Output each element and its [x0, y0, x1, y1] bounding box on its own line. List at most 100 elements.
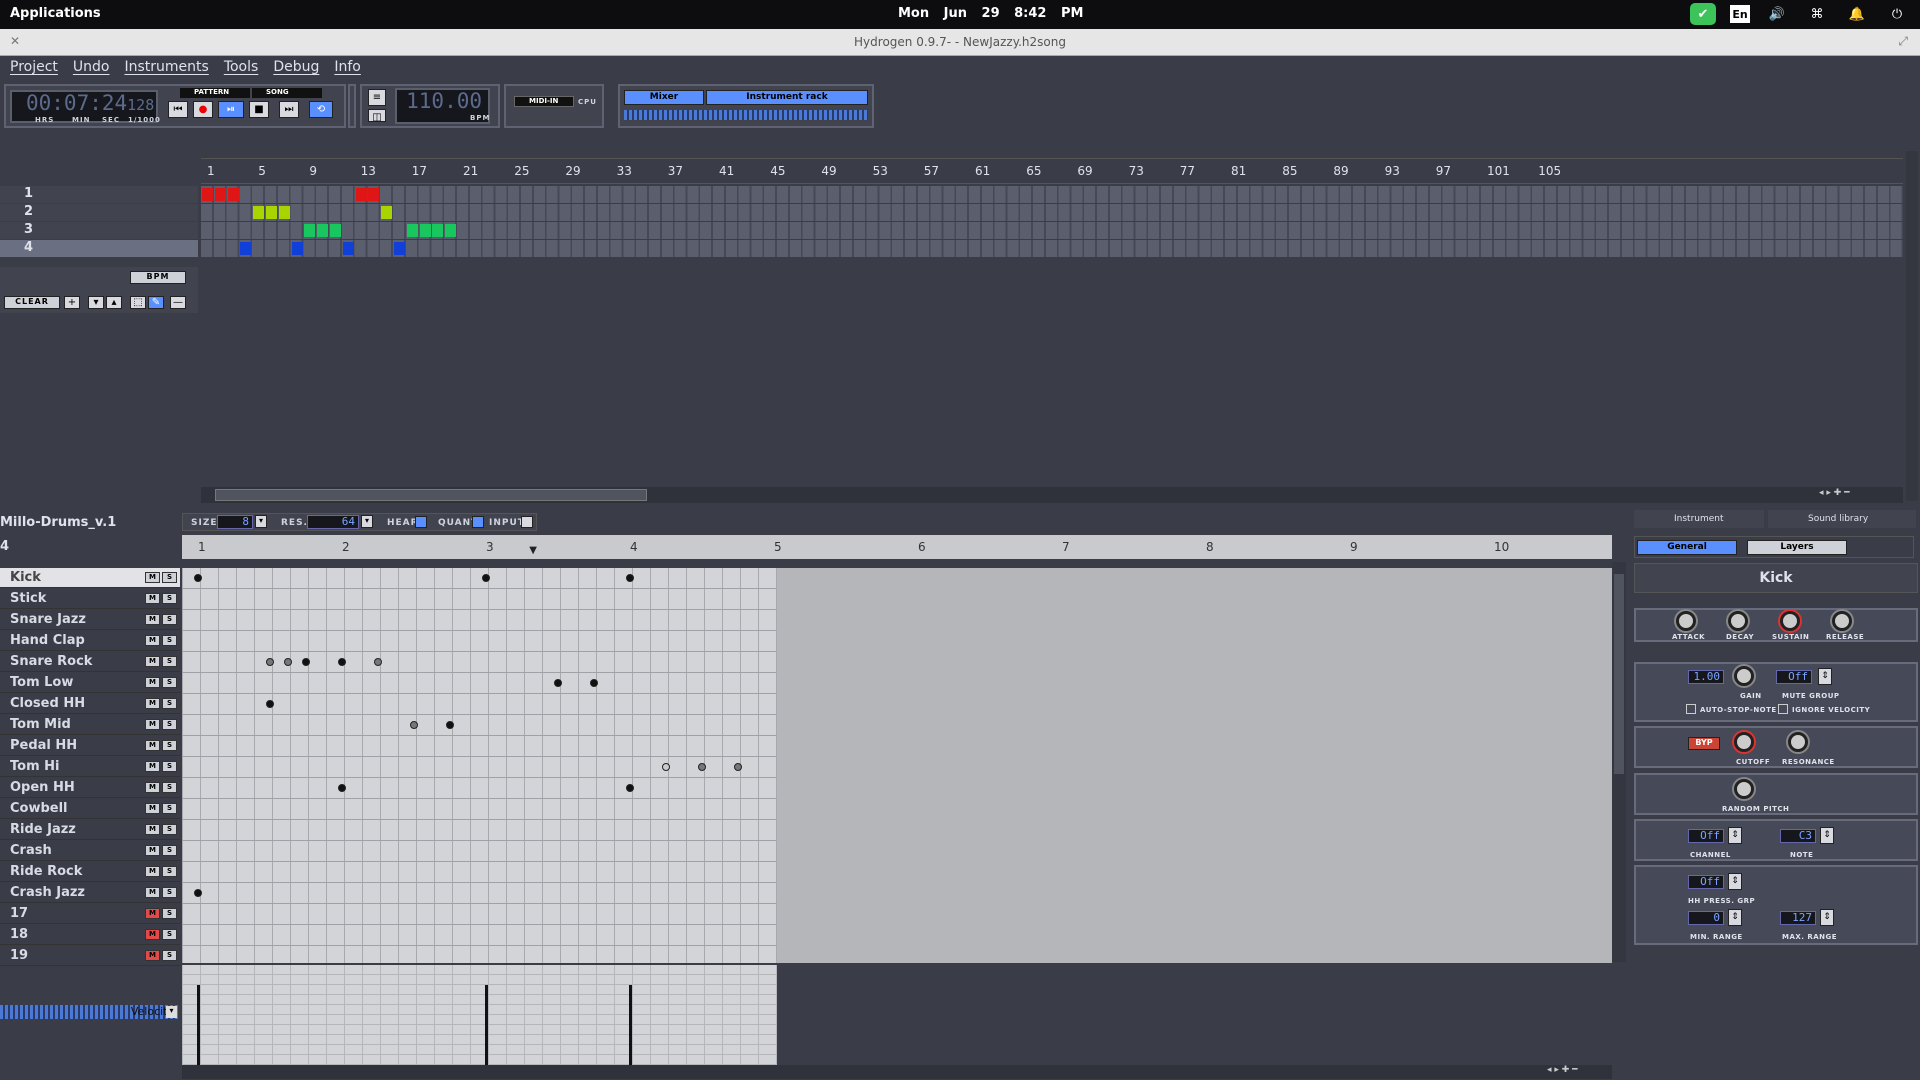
loop-button[interactable]: ⟲: [309, 101, 333, 118]
song-pattern-cell[interactable]: [381, 206, 393, 219]
instrument-row[interactable]: Kick M S: [0, 568, 180, 588]
keyboard-layout-icon[interactable]: En: [1730, 5, 1750, 23]
solo-button[interactable]: S: [162, 950, 177, 961]
random-pitch-knob[interactable]: [1734, 779, 1754, 799]
note-dot[interactable]: [626, 574, 634, 582]
song-pattern-cell[interactable]: [419, 224, 431, 237]
velocity-editor[interactable]: [182, 965, 777, 1065]
note-dot[interactable]: [410, 721, 418, 729]
solo-button[interactable]: S: [162, 677, 177, 688]
song-pattern-cell[interactable]: [394, 242, 405, 255]
song-pattern-cell[interactable]: [406, 224, 418, 237]
instrument-row[interactable]: Tom Hi M S: [0, 757, 180, 777]
hear-toggle[interactable]: [415, 516, 427, 528]
note-dot[interactable]: [194, 574, 202, 582]
instrument-row[interactable]: 19 M S: [0, 946, 180, 966]
min-range-spinner[interactable]: ⇕: [1728, 909, 1742, 926]
menu-debug[interactable]: Debug: [263, 56, 324, 80]
song-pattern-cell[interactable]: [317, 224, 329, 237]
mute-button[interactable]: M: [145, 845, 160, 856]
note-dot[interactable]: [338, 784, 346, 792]
quantize-toggle[interactable]: [472, 516, 484, 528]
note-dot[interactable]: [554, 679, 562, 687]
solo-button[interactable]: S: [162, 614, 177, 625]
network-icon[interactable]: ⌘: [1804, 3, 1830, 25]
instrument-row[interactable]: Cowbell M S: [0, 799, 180, 819]
song-pattern-cell[interactable]: [278, 206, 290, 219]
move-up-button[interactable]: ▴: [106, 296, 122, 309]
instrument-row[interactable]: Open HH M S: [0, 778, 180, 798]
move-down-button[interactable]: ▾: [88, 296, 104, 309]
song-pattern-cell[interactable]: [330, 224, 341, 237]
mute-button[interactable]: M: [145, 887, 160, 898]
gain-knob[interactable]: [1734, 666, 1754, 686]
song-zoom-controls[interactable]: ◂ ▸ ✚ ━: [1819, 488, 1899, 501]
pattern-ruler[interactable]: 1 2 3 4 5 6 7 8 9 10 ▼: [182, 535, 1612, 559]
solo-button[interactable]: S: [162, 572, 177, 583]
note-dot[interactable]: [590, 679, 598, 687]
pattern-row-label[interactable]: 4: [0, 240, 198, 257]
instrument-row[interactable]: Tom Low M S: [0, 673, 180, 693]
add-pattern-button[interactable]: +: [64, 296, 80, 309]
size-display[interactable]: 8: [217, 515, 253, 529]
note-dot[interactable]: [374, 658, 382, 666]
song-pattern-cell[interactable]: [240, 242, 252, 255]
instrument-row[interactable]: Ride Jazz M S: [0, 820, 180, 840]
instrument-row[interactable]: Snare Jazz M S: [0, 610, 180, 630]
channel-spinner[interactable]: ⇕: [1728, 827, 1742, 844]
metronome-button[interactable]: ≡: [368, 89, 386, 106]
song-pattern-cell[interactable]: [214, 188, 226, 201]
menu-tools[interactable]: Tools: [214, 56, 264, 80]
note-dot[interactable]: [266, 658, 274, 666]
note-spinner[interactable]: ⇕: [1820, 827, 1834, 844]
bpm-tap-button[interactable]: ◫: [368, 109, 386, 123]
fast-forward-button[interactable]: ⏭: [279, 101, 299, 118]
resolution-dropdown-icon[interactable]: ▾: [361, 515, 373, 528]
mute-button[interactable]: M: [145, 656, 160, 667]
song-pattern-cell[interactable]: [227, 188, 239, 201]
decay-knob[interactable]: [1728, 611, 1748, 631]
note-dot[interactable]: [266, 700, 274, 708]
solo-button[interactable]: S: [162, 803, 177, 814]
solo-button[interactable]: S: [162, 782, 177, 793]
song-vertical-scrollbar[interactable]: [1906, 151, 1918, 501]
cutoff-knob[interactable]: [1734, 732, 1754, 752]
select-mode-button[interactable]: ⬚: [130, 296, 146, 309]
pattern-mode-button[interactable]: PATTERN: [180, 88, 250, 98]
rewind-button[interactable]: ⏮: [168, 101, 188, 118]
stop-button[interactable]: ■: [249, 101, 269, 118]
song-horizontal-scrollbar[interactable]: ◂ ▸ ✚ ━: [201, 487, 1903, 503]
song-grid[interactable]: [201, 186, 1903, 258]
menu-info[interactable]: Info: [324, 56, 366, 80]
note-dot[interactable]: [698, 763, 706, 771]
song-pattern-cell[interactable]: [253, 206, 265, 219]
timeline-button[interactable]: —: [170, 296, 186, 309]
solo-button[interactable]: S: [162, 908, 177, 919]
mute-button[interactable]: M: [145, 572, 160, 583]
note-dot[interactable]: [662, 763, 670, 771]
mute-group-spinner[interactable]: ⇕: [1818, 668, 1832, 685]
bpm-timeline[interactable]: [201, 137, 1903, 159]
note-dot[interactable]: [194, 889, 202, 897]
resolution-display[interactable]: 64: [307, 515, 359, 529]
mixer-button[interactable]: Mixer: [624, 90, 704, 105]
play-pause-button[interactable]: ⏯: [218, 101, 244, 118]
menu-undo[interactable]: Undo: [63, 56, 115, 80]
song-pattern-cell[interactable]: [291, 242, 303, 255]
mute-button[interactable]: M: [145, 950, 160, 961]
song-pattern-cell[interactable]: [304, 224, 316, 237]
instrument-row[interactable]: Hand Clap M S: [0, 631, 180, 651]
instrument-rack-button[interactable]: Instrument rack: [706, 90, 868, 105]
mute-button[interactable]: M: [145, 740, 160, 751]
song-mode-button[interactable]: SONG: [252, 88, 322, 98]
pattern-zoom-controls[interactable]: ◂ ▸ ✚ ━: [1547, 1065, 1578, 1075]
menu-instruments[interactable]: Instruments: [114, 56, 213, 80]
instrument-row[interactable]: 18 M S: [0, 925, 180, 945]
mute-button[interactable]: M: [145, 614, 160, 625]
pattern-vertical-scrollbar[interactable]: [1612, 562, 1626, 962]
song-scroll-thumb[interactable]: [215, 489, 647, 501]
song-ruler[interactable]: 1 5 9 13 17 21 25 29 33 37 41 45 49 53 57 61 65 69 73 77 81 8…: [201, 159, 1903, 184]
pattern-row-label[interactable]: 2: [0, 204, 198, 221]
applications-menu[interactable]: Applications: [10, 6, 101, 21]
maximize-window-icon[interactable]: ⤢: [1898, 34, 1908, 49]
